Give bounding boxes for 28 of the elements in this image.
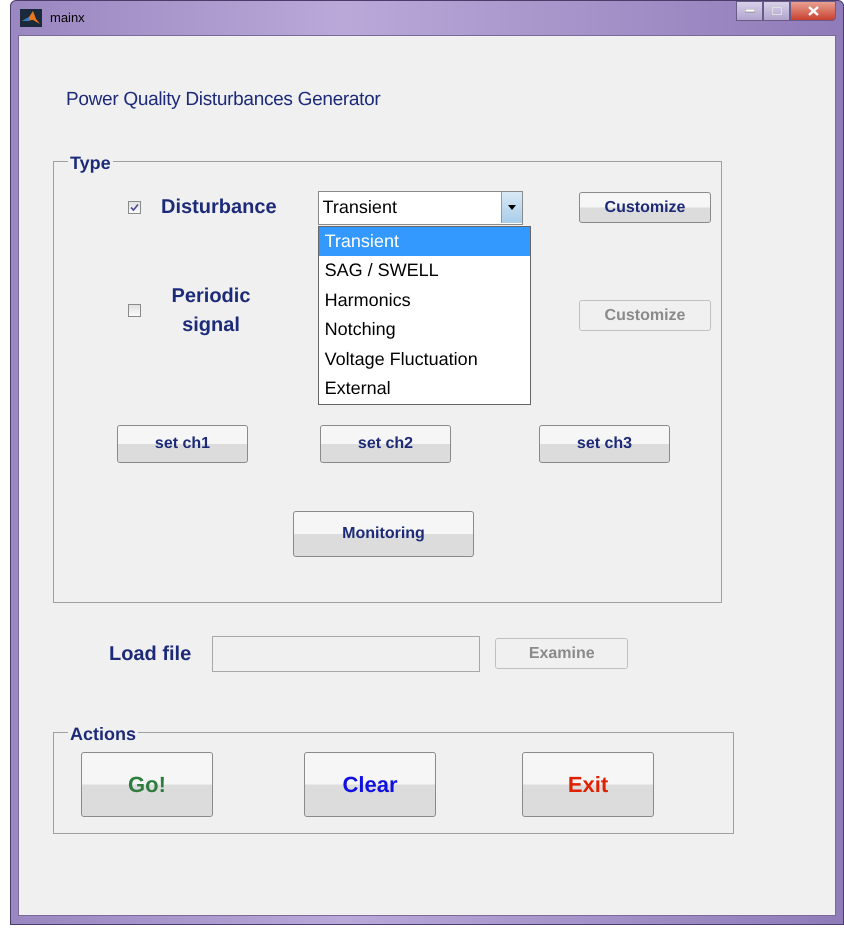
maximize-icon xyxy=(772,7,782,15)
dropdown-option[interactable]: Harmonics xyxy=(318,286,530,315)
channel-button[interactable]: set ch1 xyxy=(117,424,248,462)
window-title: mainx xyxy=(50,9,85,28)
monitoring-button[interactable]: Monitoring xyxy=(293,510,474,556)
dropdown-option[interactable]: External xyxy=(318,374,530,404)
row-label: Periodic signal xyxy=(170,284,252,338)
dropdown-option[interactable]: SAG / SWELL xyxy=(318,256,530,286)
minimize-button[interactable] xyxy=(736,1,763,21)
field-label: Load file xyxy=(109,642,192,666)
close-icon xyxy=(808,6,818,16)
action-button[interactable]: Clear xyxy=(304,752,436,816)
row-label: Disturbance xyxy=(161,195,277,220)
app-heading: Power Quality Disturbances Generator xyxy=(66,88,382,112)
checkbox[interactable] xyxy=(128,201,141,214)
dropdown-option[interactable]: Voltage Fluctuation xyxy=(318,344,530,374)
customize-button[interactable]: Customize xyxy=(579,192,711,223)
checkbox[interactable] xyxy=(128,304,141,317)
caret-icon xyxy=(508,205,516,210)
channel-button[interactable]: set ch2 xyxy=(320,424,451,462)
action-button[interactable]: Go! xyxy=(81,752,213,816)
action-button[interactable]: Exit xyxy=(522,752,654,816)
channel-button[interactable]: set ch3 xyxy=(539,424,670,462)
minimize-icon xyxy=(744,9,754,13)
close-button[interactable] xyxy=(790,1,836,21)
dropdown-option[interactable]: Notching xyxy=(318,315,530,344)
app-logo-icon xyxy=(20,9,42,27)
dropdown-arrow-button[interactable] xyxy=(500,192,522,223)
